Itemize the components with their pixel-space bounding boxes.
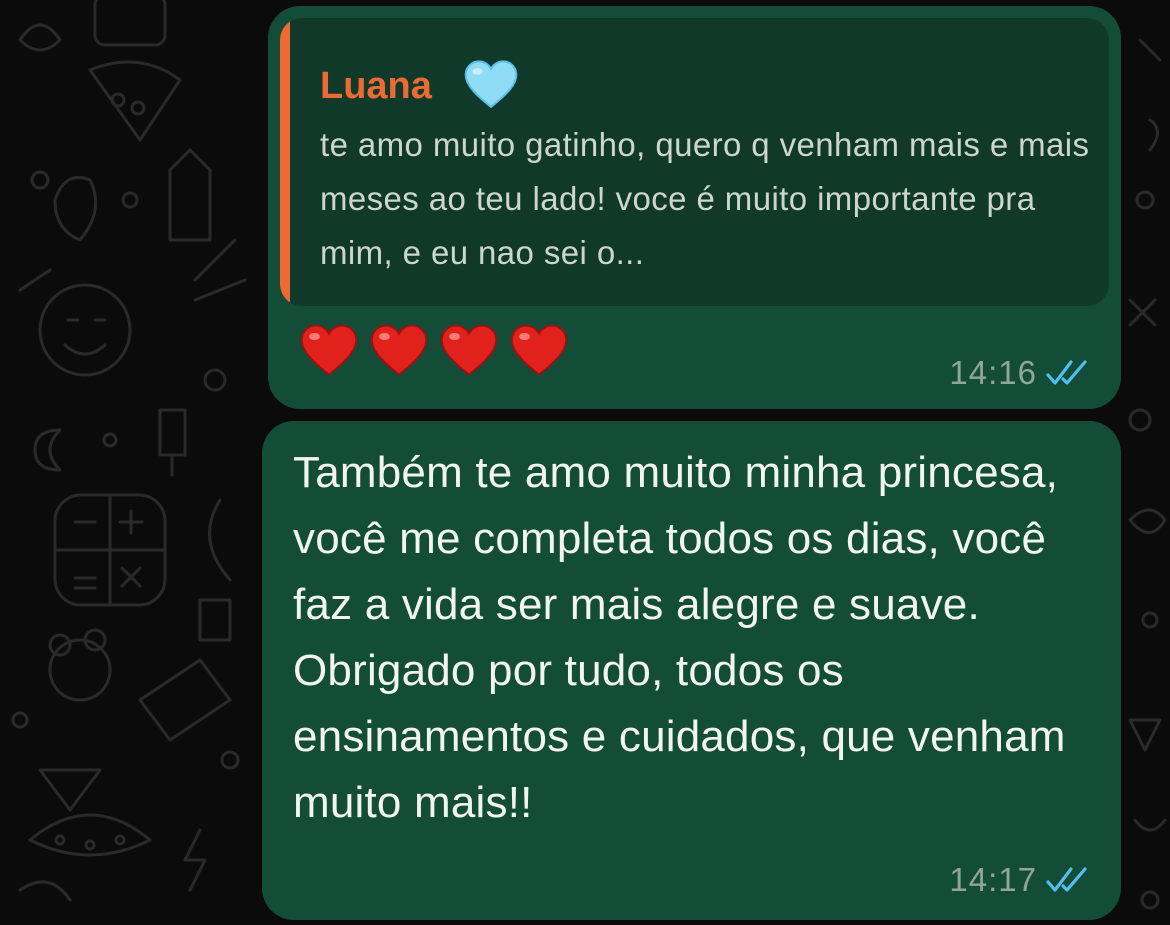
message-bubble-outgoing[interactable]: Também te amo muito minha princesa, você… bbox=[262, 421, 1121, 920]
quote-accent-bar bbox=[280, 18, 290, 306]
quoted-message[interactable]: Luana te amo muito gatinho, quero q venh… bbox=[280, 18, 1109, 306]
message-meta: 14:16 bbox=[949, 354, 1093, 392]
message-meta: 14:17 bbox=[949, 861, 1093, 899]
red-heart-icon bbox=[370, 324, 428, 376]
message-timestamp: 14:16 bbox=[949, 354, 1037, 391]
read-receipt-double-check-icon bbox=[1046, 867, 1087, 892]
quoted-author-name: Luana bbox=[320, 65, 432, 107]
message-bubble-outgoing[interactable]: Luana te amo muito gatinho, quero q venh… bbox=[268, 6, 1121, 409]
quoted-message-text: te amo muito gatinho, quero q venham mai… bbox=[320, 126, 1090, 271]
read-receipt-double-check-icon bbox=[1046, 360, 1087, 385]
red-heart-icon bbox=[510, 324, 568, 376]
message-text: Também te amo muito minha princesa, você… bbox=[293, 448, 1066, 827]
message-timestamp: 14:17 bbox=[949, 861, 1037, 898]
message-emoji-row bbox=[300, 322, 568, 386]
red-heart-icon bbox=[440, 324, 498, 376]
red-heart-icon bbox=[300, 324, 358, 376]
light-blue-heart-icon bbox=[464, 60, 518, 109]
